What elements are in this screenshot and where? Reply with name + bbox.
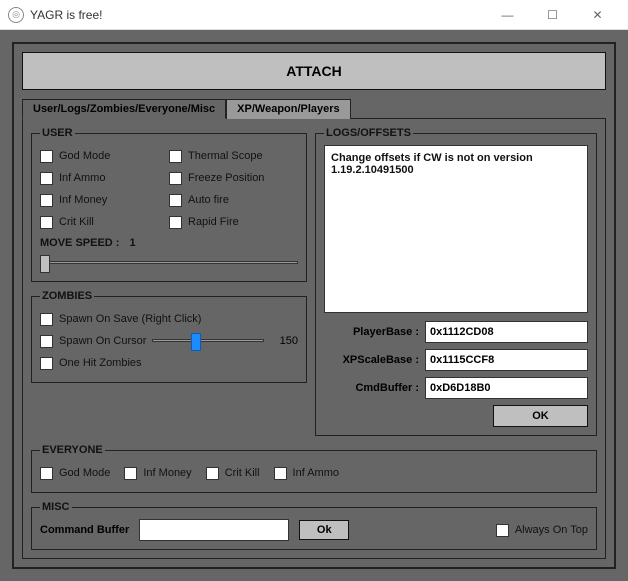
move-speed-thumb[interactable] (40, 255, 50, 273)
misc-group: MISC Command Buffer Ok Always On Top (31, 501, 597, 550)
cmd-buffer-input[interactable] (139, 519, 289, 541)
lbl-crit-kill: Crit Kill (59, 216, 94, 228)
chk-freeze-position[interactable] (169, 172, 182, 185)
tab-xp-weapon[interactable]: XP/Weapon/Players (226, 99, 351, 119)
lbl-ev-inf-ammo: Inf Ammo (293, 467, 339, 479)
tab-content: USER God Mode Inf Ammo Inf Money Crit Ki… (22, 118, 606, 559)
playerbase-label: PlayerBase : (324, 326, 419, 338)
move-speed-label: MOVE SPEED : (40, 237, 119, 249)
lbl-one-hit-zombies: One Hit Zombies (59, 357, 142, 369)
lbl-inf-money: Inf Money (59, 194, 107, 206)
lbl-ev-inf-money: Inf Money (143, 467, 191, 479)
logs-line1: Change offsets if CW is not on version (331, 152, 581, 164)
move-speed-value: 1 (129, 237, 135, 249)
window-title: YAGR is free! (30, 8, 485, 22)
main-panel: ATTACH User/Logs/Zombies/Everyone/Misc X… (12, 42, 616, 569)
zombies-group: ZOMBIES Spawn On Save (Right Click) Spaw… (31, 290, 307, 383)
spawn-cursor-value: 150 (270, 335, 298, 347)
chk-god-mode[interactable] (40, 150, 53, 163)
move-speed-slider[interactable] (40, 253, 298, 273)
tab-user-logs[interactable]: User/Logs/Zombies/Everyone/Misc (22, 99, 226, 119)
zombies-legend: ZOMBIES (40, 290, 94, 302)
everyone-group: EVERYONE God Mode Inf Money Crit Kill In… (31, 444, 597, 493)
chk-ev-god-mode[interactable] (40, 467, 53, 480)
chk-spawn-on-save[interactable] (40, 313, 53, 326)
user-group: USER God Mode Inf Ammo Inf Money Crit Ki… (31, 127, 307, 282)
chk-ev-crit-kill[interactable] (206, 467, 219, 480)
everyone-legend: EVERYONE (40, 444, 105, 456)
cmd-buffer-label: Command Buffer (40, 524, 129, 536)
chk-thermal-scope[interactable] (169, 150, 182, 163)
chk-ev-inf-money[interactable] (124, 467, 137, 480)
minimize-button[interactable]: — (485, 0, 530, 30)
xpscalebase-label: XPScaleBase : (324, 354, 419, 366)
cmd-ok-button[interactable]: Ok (299, 520, 349, 540)
lbl-always-on-top: Always On Top (515, 524, 588, 536)
chk-inf-money[interactable] (40, 194, 53, 207)
lbl-spawn-on-save: Spawn On Save (Right Click) (59, 313, 201, 325)
chk-rapid-fire[interactable] (169, 216, 182, 229)
lbl-rapid-fire: Rapid Fire (188, 216, 239, 228)
lbl-ev-god-mode: God Mode (59, 467, 110, 479)
maximize-button[interactable]: ☐ (530, 0, 575, 30)
logs-offsets-group: LOGS/OFFSETS Change offsets if CW is not… (315, 127, 597, 436)
spawn-cursor-slider[interactable] (152, 331, 264, 351)
logs-legend: LOGS/OFFSETS (324, 127, 413, 139)
lbl-auto-fire: Auto fire (188, 194, 229, 206)
tab-bar: User/Logs/Zombies/Everyone/Misc XP/Weapo… (22, 99, 606, 119)
lbl-thermal-scope: Thermal Scope (188, 150, 263, 162)
offsets-ok-button[interactable]: OK (493, 405, 588, 427)
logs-line2: 1.19.2.10491500 (331, 164, 581, 176)
chk-one-hit-zombies[interactable] (40, 357, 53, 370)
chk-auto-fire[interactable] (169, 194, 182, 207)
attach-button[interactable]: ATTACH (22, 52, 606, 90)
chk-inf-ammo[interactable] (40, 172, 53, 185)
lbl-inf-ammo: Inf Ammo (59, 172, 105, 184)
chk-always-on-top[interactable] (496, 524, 509, 537)
playerbase-input[interactable] (425, 321, 588, 343)
xpscalebase-input[interactable] (425, 349, 588, 371)
user-legend: USER (40, 127, 75, 139)
titlebar: ◎ YAGR is free! — ☐ ✕ (0, 0, 628, 30)
cmdbuffer-label: CmdBuffer : (324, 382, 419, 394)
lbl-god-mode: God Mode (59, 150, 110, 162)
logs-textarea[interactable]: Change offsets if CW is not on version 1… (324, 145, 588, 313)
chk-crit-kill[interactable] (40, 216, 53, 229)
chk-ev-inf-ammo[interactable] (274, 467, 287, 480)
lbl-freeze-position: Freeze Position (188, 172, 264, 184)
misc-legend: MISC (40, 501, 72, 513)
lbl-ev-crit-kill: Crit Kill (225, 467, 260, 479)
cmdbuffer-input[interactable] (425, 377, 588, 399)
lbl-spawn-on-cursor: Spawn On Cursor (59, 335, 146, 347)
app-icon: ◎ (8, 7, 24, 23)
close-button[interactable]: ✕ (575, 0, 620, 30)
chk-spawn-on-cursor[interactable] (40, 335, 53, 348)
spawn-cursor-thumb[interactable] (191, 333, 201, 351)
